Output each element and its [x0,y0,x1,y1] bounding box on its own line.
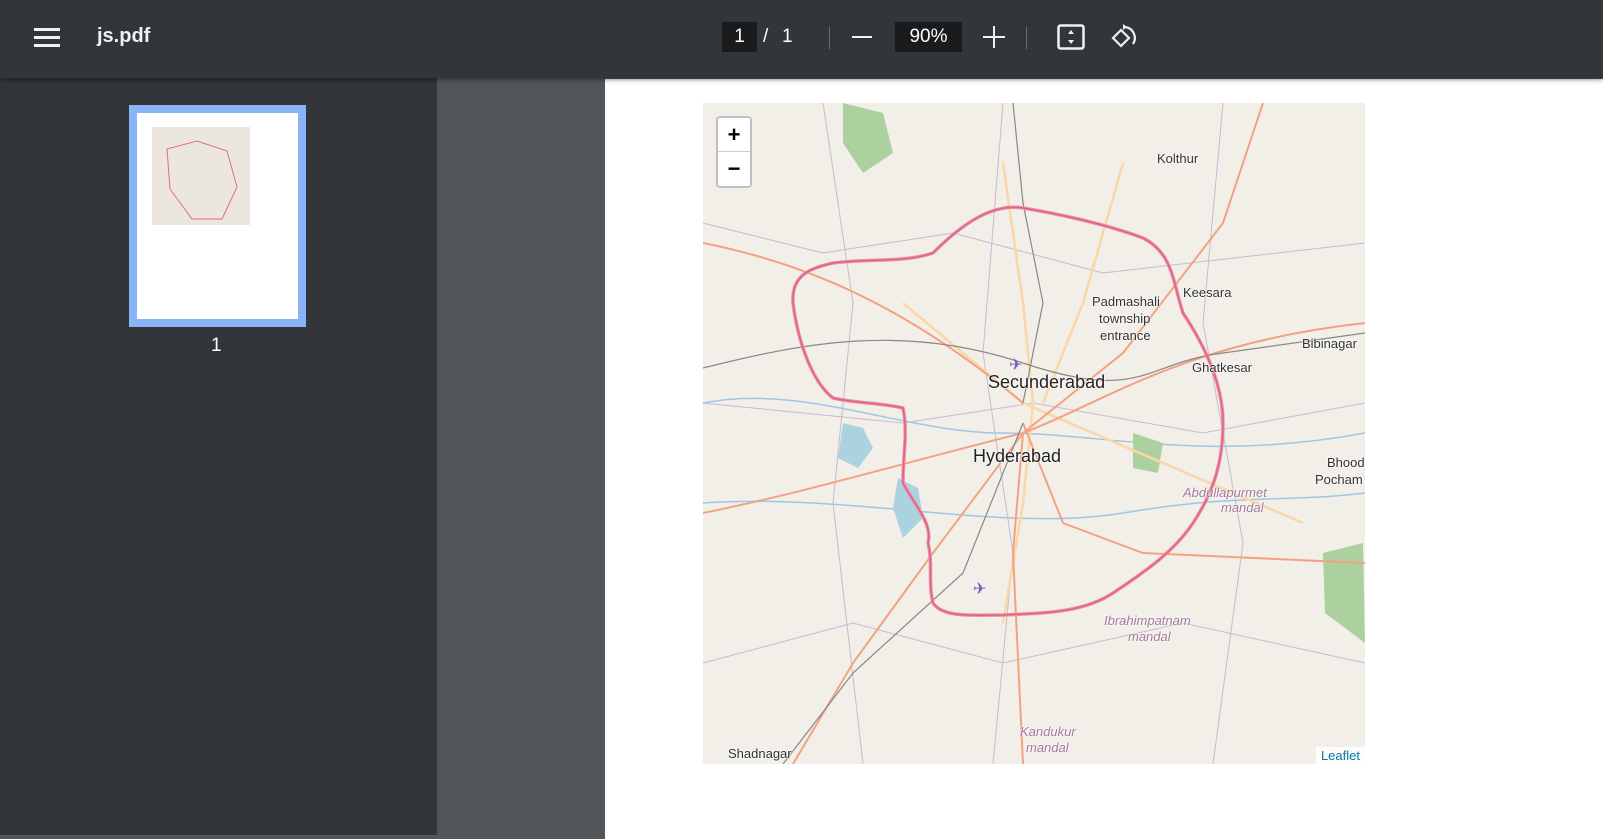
map-label: Shadnagar [728,746,792,761]
document-title: js.pdf [97,25,151,47]
pdf-toolbar: js.pdf 1 / 1 90% [0,0,1603,78]
map-label: mandal [1026,740,1069,755]
map[interactable]: ✈ ✈ Kolthur Keesara Padmashali township … [703,103,1365,764]
map-label: Hyderabad [973,446,1062,466]
map-label: township [1099,311,1151,326]
thumbnail-page-label: 1 [211,335,222,356]
fit-page-icon[interactable] [1057,24,1085,52]
map-label: Pocham [1315,472,1363,487]
map-zoom-in-button[interactable]: + [718,118,750,152]
map-zoom-control: + − [716,116,752,188]
map-label: Keesara [1183,285,1232,300]
map-roads: ✈ ✈ [703,103,1365,764]
thumbnail-map-preview [152,127,250,225]
menu-icon[interactable] [34,28,60,48]
map-label: Padmashali [1092,294,1160,309]
leaflet-attribution-link[interactable]: Leaflet [1315,747,1365,764]
rotate-icon[interactable] [1109,23,1139,53]
zoom-out-button[interactable] [852,36,872,38]
map-label: entrance [1100,328,1151,343]
zoom-in-button[interactable] [983,26,1005,48]
map-label: mandal [1221,500,1264,515]
page-separator: / [763,26,769,47]
zoom-level-input[interactable]: 90% [895,22,962,52]
total-pages: 1 [782,26,793,47]
map-label: mandal [1128,629,1171,644]
divider [1026,27,1027,49]
page-thumbnail[interactable] [129,105,306,327]
map-label: Secunderabad [988,372,1106,392]
page-number-input[interactable]: 1 [722,22,757,52]
divider [829,27,830,49]
map-label: Ibrahimpatnam [1104,613,1191,628]
airport-icon: ✈ [973,581,986,598]
map-label: Bhood [1327,455,1365,470]
map-label: Kandukur [1020,724,1076,739]
map-label: Kolthur [1157,151,1199,166]
map-label: Ghatkesar [1192,360,1252,375]
map-label: Bibinagar [1302,336,1357,351]
map-zoom-out-button[interactable]: − [718,152,750,186]
